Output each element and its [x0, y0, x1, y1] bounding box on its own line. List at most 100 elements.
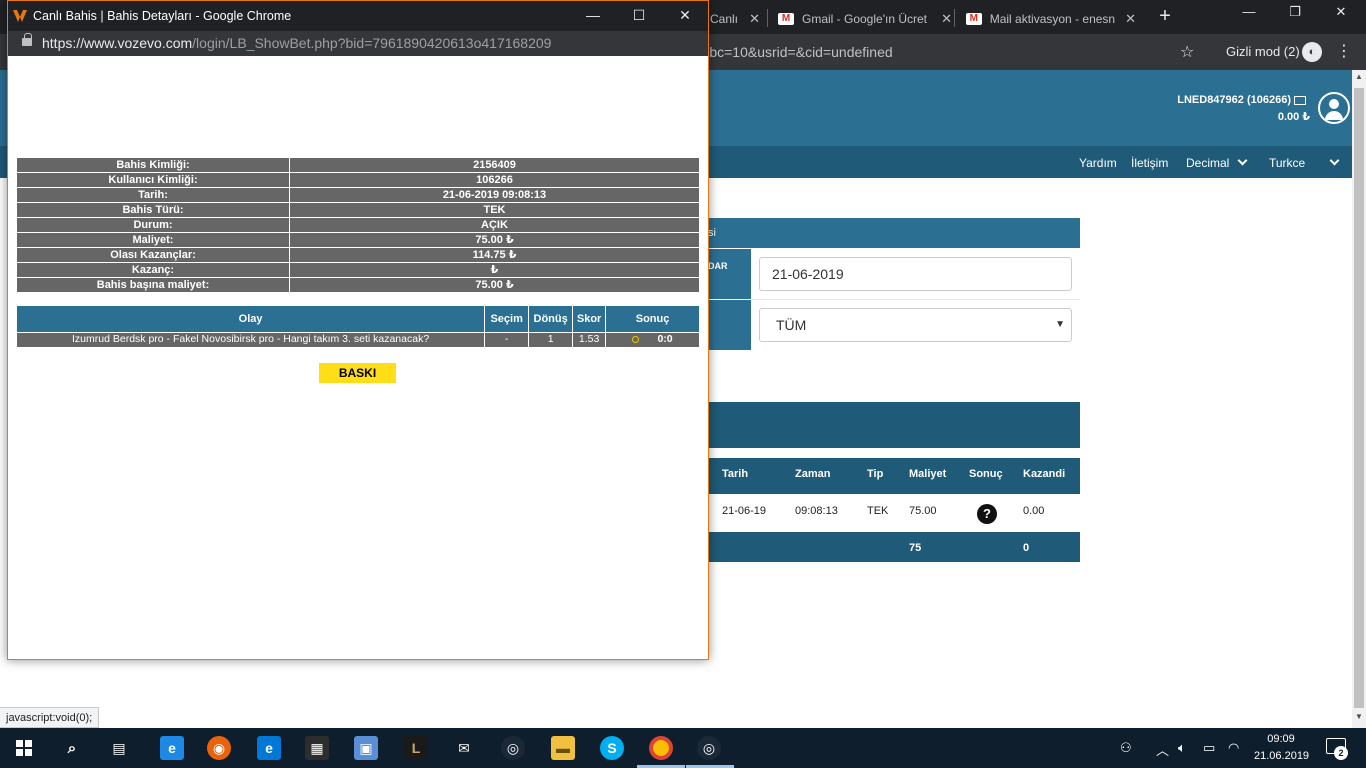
col-odds: Skor	[572, 306, 607, 333]
notification-count-badge: 2	[1334, 746, 1348, 760]
scroll-up-arrow-icon[interactable]: ▲	[1352, 72, 1366, 81]
clock-time[interactable]: 09:09	[1254, 733, 1308, 745]
col-time: Zaman	[795, 468, 831, 480]
popup-minimize-button[interactable]: —	[570, 7, 616, 23]
filter-form-title: si	[708, 218, 1080, 248]
steam-icon[interactable]: ◎	[501, 736, 525, 760]
bet-type-select[interactable]: TÜM ▼	[759, 308, 1072, 342]
volume-icon[interactable]: 🔈︎	[1178, 740, 1186, 756]
detail-label: Durum:	[16, 217, 290, 233]
new-tab-button[interactable]: +	[1154, 5, 1176, 27]
nav-odds-format[interactable]: Decimal	[1186, 155, 1248, 170]
detail-row: Maliyet: 75.00 ₺	[16, 232, 700, 248]
popup-url[interactable]: https://www.vozevo.com/login/LB_ShowBet.…	[42, 35, 551, 51]
popup-address-bar[interactable]: https://www.vozevo.com/login/LB_ShowBet.…	[8, 31, 708, 56]
nav-language[interactable]: Turkce	[1269, 155, 1340, 170]
internet-explorer-icon[interactable]: e	[160, 736, 184, 760]
league-of-legends-icon[interactable]: L	[404, 736, 428, 760]
event-result-cell: 0:0	[605, 331, 700, 348]
minimize-button[interactable]: —	[1226, 4, 1272, 19]
steam-app-icon[interactable]: ◎	[697, 736, 721, 760]
edge-icon[interactable]: e	[257, 736, 281, 760]
event-header-row: Olay Seçim Dönüş Skor Sonuç	[15, 306, 700, 333]
caret-down-icon: ▼	[1055, 319, 1065, 330]
gmail-icon: M	[966, 12, 982, 25]
avatar[interactable]	[1318, 92, 1350, 124]
url-path: /login/LB_ShowBet.php?bid=7961890420613o…	[192, 35, 552, 51]
close-icon[interactable]: ✕	[1125, 11, 1142, 27]
mail-app-icon[interactable]: ✉	[452, 736, 476, 760]
date-field-label: DAR	[708, 249, 751, 299]
detail-value: TEK	[289, 202, 700, 218]
bg-tab-mail-activation[interactable]: M Mail aktivasyon - enesn ✕	[966, 3, 1142, 34]
popup-maximize-button[interactable]: ☐	[616, 7, 662, 24]
chrome-icon[interactable]	[649, 736, 673, 760]
col-selection: Seçim	[484, 306, 530, 333]
firefox-icon[interactable]: ◉	[207, 736, 231, 760]
browser-menu-icon[interactable]: ⋮	[1336, 41, 1352, 61]
event-name: Izumrud Berdsk pro - Fakel Novosibirsk p…	[15, 331, 486, 348]
link-status-tooltip: javascript:void(0);	[0, 707, 100, 728]
detail-row: Kullanıcı Kimliği: 106266	[16, 172, 700, 188]
bg-tab-canli[interactable]: Canlı ✕	[710, 3, 766, 34]
detail-label: Olası Kazançlar:	[16, 247, 290, 263]
detail-label: Kullanıcı Kimliği:	[16, 172, 290, 188]
scrollbar-thumb[interactable]	[1354, 88, 1364, 708]
close-icon[interactable]: ✕	[749, 11, 766, 27]
tab-separator	[767, 9, 768, 27]
user-account-label[interactable]: LNED847962 (106266)	[1177, 94, 1306, 106]
popup-title-bar[interactable]: Canlı Bahis | Bahis Detayları - Google C…	[8, 1, 708, 31]
windows-start-icon[interactable]	[16, 740, 33, 757]
search-icon[interactable]: ⌕	[60, 736, 84, 760]
event-return: 1	[528, 331, 574, 348]
clock-date[interactable]: 21.06.2019	[1254, 750, 1309, 762]
print-button[interactable]: BASKI	[319, 363, 396, 383]
col-date: Tarih	[722, 468, 749, 480]
row-time: 09:08:13	[795, 505, 838, 517]
detail-label: Bahis Kimliği:	[16, 157, 290, 173]
col-result: Sonuç	[605, 306, 700, 333]
question-icon[interactable]: ?	[977, 504, 997, 524]
tray-chevron-up-icon[interactable]: ︿	[1156, 740, 1169, 759]
detail-label: Maliyet:	[16, 232, 290, 248]
detail-label: Kazanç:	[16, 262, 290, 278]
detail-row: Bahis başına maliyet: 75.00 ₺	[16, 277, 700, 293]
date-input[interactable]: 21-06-2019	[759, 257, 1072, 291]
task-view-icon[interactable]: ▤	[107, 736, 131, 760]
user-id: LNED847962 (106266)	[1177, 94, 1291, 106]
col-event: Olay	[15, 306, 486, 333]
skype-icon[interactable]: S	[600, 736, 624, 760]
close-icon[interactable]: ✕	[941, 11, 958, 27]
file-explorer-icon[interactable]: ▬	[551, 736, 575, 760]
bookmark-star-icon[interactable]: ☆	[1180, 42, 1194, 62]
event-odds: 1.53	[572, 331, 607, 348]
detail-row: Bahis Kimliği: 2156409	[16, 157, 700, 173]
nav-language-label: Turkce	[1269, 156, 1306, 170]
incognito-label[interactable]: Gizli mod (2)	[1226, 44, 1300, 59]
bg-tab-gmail[interactable]: M Gmail - Google'ın Ücret ✕	[778, 3, 958, 34]
store-icon[interactable]: ▦	[305, 736, 329, 760]
table-row: Izumrud Berdsk pro - Fakel Novosibirsk p…	[15, 331, 700, 348]
lock-icon	[22, 33, 32, 46]
people-icon[interactable]: ⚇	[1120, 740, 1132, 756]
battery-icon[interactable]: ▭	[1203, 740, 1215, 756]
col-return: Dönüş	[528, 306, 574, 333]
nav-help[interactable]: Yardım	[1079, 156, 1117, 170]
control-panel-icon[interactable]: ▣	[354, 736, 378, 760]
wifi-icon[interactable]: ◠	[1228, 740, 1239, 756]
tab-label: Canlı	[710, 11, 739, 26]
restore-button[interactable]: ❐	[1272, 4, 1318, 20]
popup-close-button[interactable]: ✕	[662, 7, 708, 24]
close-window-button[interactable]: ✕	[1318, 4, 1364, 20]
address-bar-text[interactable]: &bc=10&usrid=&cid=undefined	[700, 44, 893, 60]
incognito-icon[interactable]: ◐	[1302, 42, 1322, 62]
detail-value: 114.75 ₺	[289, 247, 700, 263]
event-result: 0:0	[657, 333, 673, 345]
event-table: Olay Seçim Dönüş Skor Sonuç Izumrud Berd…	[15, 306, 700, 348]
row-date: 21-06-19	[722, 505, 767, 517]
scroll-down-arrow-icon[interactable]: ▼	[1352, 712, 1366, 721]
mail-icon[interactable]	[1294, 95, 1306, 105]
nav-contact[interactable]: İletişim	[1131, 156, 1168, 170]
form-divider	[751, 299, 1080, 300]
col-won: Kazandi	[1023, 468, 1066, 480]
